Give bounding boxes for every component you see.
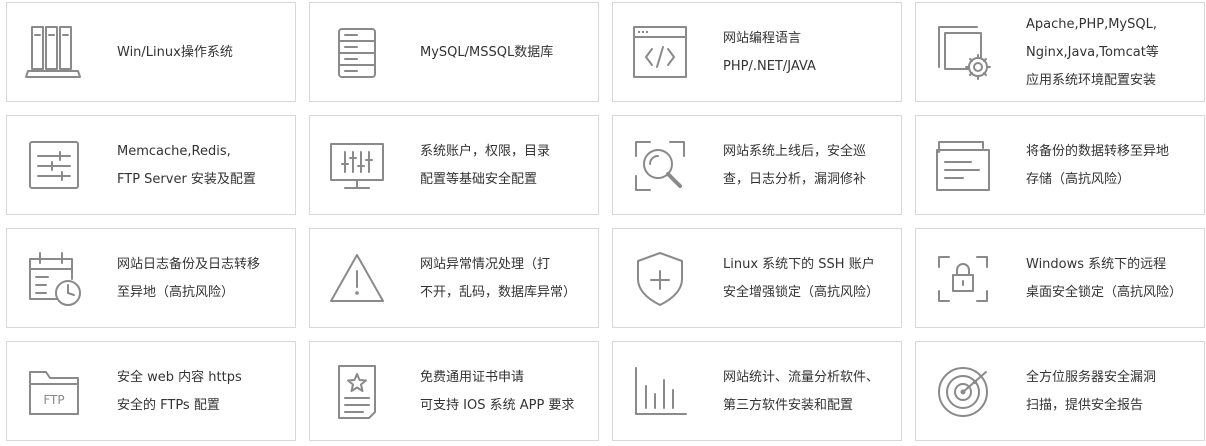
service-text-line: 不开，乱码，数据库异常） — [420, 285, 577, 300]
shield-plus-icon — [628, 247, 692, 311]
service-card: Win/Linux操作系统 — [6, 2, 296, 102]
database-icon — [325, 21, 389, 85]
service-description: Win/Linux操作系统 — [117, 13, 287, 93]
service-text-line: 查，日志分析，漏洞修补 — [723, 172, 867, 187]
service-text-line: 免费通用证书申请 — [420, 370, 525, 385]
bar-chart-icon — [628, 360, 692, 424]
service-text-line: Win/Linux操作系统 — [117, 45, 233, 60]
lock-frame-icon — [931, 247, 995, 311]
service-text-line: Nginx,Java,Tomcat等 — [1026, 45, 1159, 60]
service-text-line: Linux 系统下的 SSH 账户 — [723, 257, 875, 272]
service-description: 网站日志备份及日志转移 至异地（高抗风险） — [117, 239, 287, 319]
service-description: 网站异常情况处理（打不开，乱码，数据库异常） — [420, 239, 590, 319]
service-text-line: FTP Server 安装及配置 — [117, 172, 256, 187]
service-card: Apache,PHP,MySQL, Nginx,Java,Tomcat等 应用系统环… — [915, 2, 1205, 102]
service-card: Memcache,Redis, FTP Server 安装及配置 — [6, 115, 296, 215]
service-description: Windows 系统下的远程桌面安全锁定（高抗风险） — [1026, 239, 1196, 319]
service-description: 系统账户，权限，目录 配置等基础安全配置 — [420, 126, 590, 206]
service-text-line: 全方位服务器安全漏洞 — [1026, 370, 1157, 385]
service-card: Windows 系统下的远程桌面安全锁定（高抗风险） — [915, 228, 1205, 328]
warning-triangle-icon — [325, 247, 389, 311]
service-text-line: 网站日志备份及日志转移 — [117, 257, 261, 272]
backup-transfer-icon — [931, 134, 995, 198]
service-text-line: 第三方软件安装和配置 — [723, 398, 854, 413]
service-description: 网站编程语言 PHP/.NET/JAVA — [723, 13, 893, 93]
service-card: MySQL/MSSQL数据库 — [309, 2, 599, 102]
service-text-line: 可支持 IOS 系统 APP 要求 — [420, 398, 575, 413]
service-text-line: 存储（高抗风险） — [1026, 172, 1131, 187]
service-card: 免费通用证书申请可支持 IOS 系统 APP 要求 — [309, 341, 599, 441]
service-card: FTP 安全 web 内容 https 安全的 FTPs 配置 — [6, 341, 296, 441]
service-text-line: Memcache,Redis, — [117, 144, 231, 159]
service-text-line: 扫描，提供安全报告 — [1026, 398, 1144, 413]
service-text-line: 网站系统上线后，安全巡 — [723, 144, 867, 159]
service-text-line: 配置等基础安全配置 — [420, 172, 538, 187]
service-text-line: 应用系统环境配置安装 — [1026, 73, 1157, 88]
service-card: 系统账户，权限，目录 配置等基础安全配置 — [309, 115, 599, 215]
service-description: Apache,PHP,MySQL, Nginx,Java,Tomcat等 应用系统环… — [1026, 13, 1196, 93]
service-description: 网站系统上线后，安全巡 查，日志分析，漏洞修补 — [723, 126, 893, 206]
service-text-line: Windows 系统下的远程 — [1026, 257, 1167, 272]
ftp-folder-icon: FTP — [22, 360, 86, 424]
service-description: 将备份的数据转移至异地 存储（高抗风险） — [1026, 126, 1196, 206]
service-description: MySQL/MSSQL数据库 — [420, 13, 590, 93]
service-card: 网站异常情况处理（打不开，乱码，数据库异常） — [309, 228, 599, 328]
service-text-line: 网站编程语言 — [723, 31, 802, 46]
monitor-equalizer-icon — [325, 134, 389, 198]
inspection-magnifier-icon — [628, 134, 692, 198]
service-description: 全方位服务器安全漏洞 扫描，提供安全报告 — [1026, 352, 1196, 432]
certificate-icon — [325, 360, 389, 424]
service-description: 安全 web 内容 https 安全的 FTPs 配置 — [117, 352, 287, 432]
service-description: Memcache,Redis, FTP Server 安装及配置 — [117, 126, 287, 206]
settings-windows-icon — [931, 21, 995, 85]
radar-scan-icon — [931, 360, 995, 424]
service-description: 免费通用证书申请可支持 IOS 系统 APP 要求 — [420, 352, 590, 432]
service-text-line: 网站异常情况处理（打 — [420, 257, 551, 272]
service-text-line: PHP/.NET/JAVA — [723, 59, 816, 74]
service-card: Linux 系统下的 SSH 账户 安全增强锁定（高抗风险） — [612, 228, 902, 328]
service-text-line: 安全增强锁定（高抗风险） — [723, 285, 880, 300]
service-text-line: Apache,PHP,MySQL, — [1026, 17, 1157, 32]
service-card: 全方位服务器安全漏洞 扫描，提供安全报告 — [915, 341, 1205, 441]
calendar-clock-icon — [22, 247, 86, 311]
server-rack-icon — [22, 21, 86, 85]
service-text-line: 桌面安全锁定（高抗风险） — [1026, 285, 1183, 300]
service-text-line: 安全的 FTPs 配置 — [117, 398, 220, 413]
service-description: Linux 系统下的 SSH 账户 安全增强锁定（高抗风险） — [723, 239, 893, 319]
service-card: 将备份的数据转移至异地 存储（高抗风险） — [915, 115, 1205, 215]
service-text-line: 系统账户，权限，目录 — [420, 144, 551, 159]
service-text-line: 将备份的数据转移至异地 — [1026, 144, 1170, 159]
service-description: 网站统计、流量分析软件、 第三方软件安装和配置 — [723, 352, 893, 432]
service-card: 网站系统上线后，安全巡 查，日志分析，漏洞修补 — [612, 115, 902, 215]
service-card: 网站统计、流量分析软件、 第三方软件安装和配置 — [612, 341, 902, 441]
sliders-box-icon — [22, 134, 86, 198]
service-card: 网站编程语言 PHP/.NET/JAVA — [612, 2, 902, 102]
service-grid: Win/Linux操作系统 MySQL/MSSQL数据库 网站编程语言 PHP/.… — [0, 0, 1206, 446]
service-card: 网站日志备份及日志转移 至异地（高抗风险） — [6, 228, 296, 328]
code-window-icon — [628, 21, 692, 85]
service-text-line: 至异地（高抗风险） — [117, 285, 235, 300]
ftp-label: FTP — [43, 393, 64, 407]
service-text-line: 网站统计、流量分析软件、 — [723, 370, 880, 385]
service-text-line: MySQL/MSSQL数据库 — [420, 45, 554, 60]
service-text-line: 安全 web 内容 https — [117, 370, 242, 385]
